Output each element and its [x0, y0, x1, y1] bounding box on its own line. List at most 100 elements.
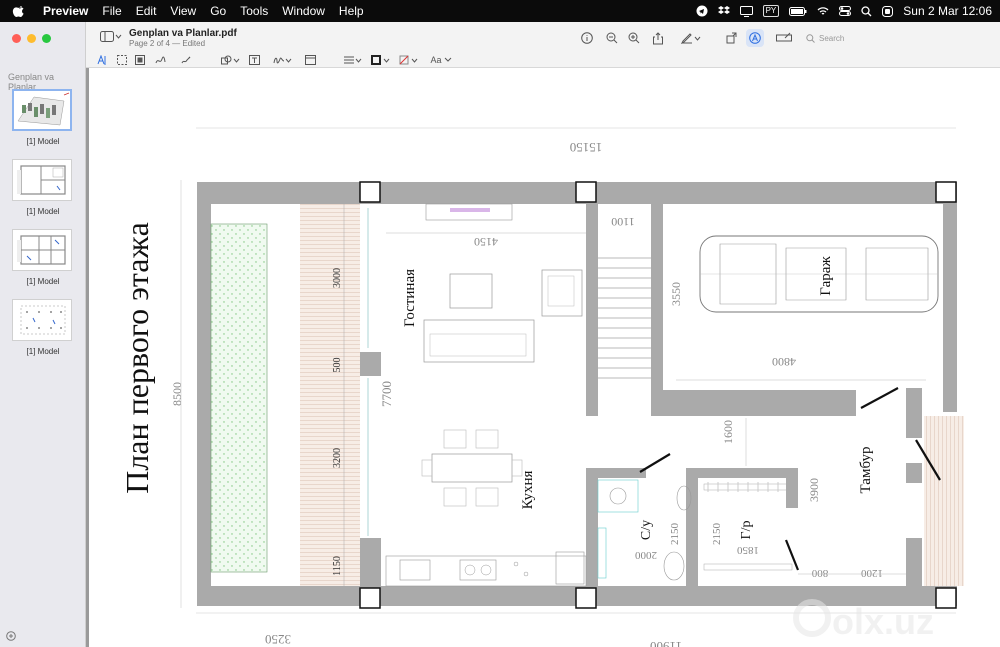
- menu-window[interactable]: Window: [275, 4, 332, 18]
- page-thumbnail-2[interactable]: [12, 159, 72, 201]
- spotlight-icon[interactable]: [861, 5, 872, 17]
- dining-table: [421, 429, 523, 507]
- fill-color-icon[interactable]: [398, 54, 420, 66]
- display-icon[interactable]: [739, 5, 753, 17]
- page-thumbnail-4[interactable]: [12, 299, 72, 341]
- border-color-icon[interactable]: [370, 54, 392, 66]
- line-style-icon[interactable]: [342, 54, 364, 66]
- dim-left: 8500: [170, 382, 184, 406]
- sidebar-toggle-icon[interactable]: [98, 30, 124, 44]
- wifi-icon[interactable]: [817, 6, 829, 16]
- page-thumbnail-3-label: [1] Model: [26, 277, 60, 286]
- dropbox-icon[interactable]: [717, 5, 730, 17]
- keyboard-layout-badge[interactable]: PY: [762, 5, 780, 17]
- dim-7700: 7700: [379, 381, 394, 407]
- zoom-in-icon[interactable]: [626, 30, 642, 46]
- window-controls: [12, 34, 51, 43]
- apple-icon[interactable]: [12, 4, 26, 18]
- plan-title: План первого этажа: [119, 222, 155, 494]
- minimize-window-button[interactable]: [27, 34, 36, 43]
- zoom-out-icon[interactable]: [604, 30, 620, 46]
- menu-app-name[interactable]: Preview: [36, 4, 95, 18]
- close-window-button[interactable]: [12, 34, 21, 43]
- menu-file[interactable]: File: [95, 4, 128, 18]
- thumbnail-3-image: [17, 235, 66, 265]
- search-field[interactable]: Search: [806, 32, 990, 45]
- page-thumbnail-3[interactable]: [12, 229, 72, 271]
- dim-3900: 3900: [807, 478, 821, 502]
- dim-1850: 1850: [737, 544, 760, 556]
- sign-icon[interactable]: [272, 54, 294, 66]
- room-wardrobe: Г/р: [739, 521, 754, 540]
- floor-plan-drawing: План первого этажа 15150 3250 11900 8500: [119, 127, 964, 647]
- kitchen-counter: [385, 551, 587, 587]
- page-thumbnail-1[interactable]: [12, 89, 72, 131]
- menu-view[interactable]: View: [163, 4, 203, 18]
- sidebar-add-icon[interactable]: [6, 631, 16, 643]
- page-thumbnail-1-label: [1] Model: [26, 137, 60, 146]
- menu-go[interactable]: Go: [203, 4, 233, 18]
- dim-1200: 1200: [861, 567, 884, 579]
- dim-1600: 1600: [721, 420, 735, 444]
- text-box-icon[interactable]: [248, 54, 260, 66]
- dim-1150: 1150: [332, 556, 343, 576]
- sidebar: Genplan va Planlar... [1] Model [1] Mode…: [0, 22, 86, 647]
- rotate-icon[interactable]: [724, 30, 740, 46]
- thumbnail-4-image: [20, 305, 66, 335]
- dim-bottom-right: 11900: [650, 639, 682, 647]
- olx-watermark: olx.uz: [793, 599, 934, 642]
- menu-help[interactable]: Help: [332, 4, 371, 18]
- room-vestibule: Тамбур: [858, 447, 874, 494]
- markup-toolbar-toggle-icon[interactable]: [746, 29, 764, 47]
- document-title[interactable]: Genplan va Planlar.pdf: [129, 28, 237, 39]
- dim-4800: 4800: [772, 355, 796, 369]
- control-center-icon[interactable]: [839, 6, 852, 16]
- thumbnail-2-image: [17, 165, 66, 195]
- draw-icon[interactable]: [180, 54, 192, 66]
- toolbar: Genplan va Planlar.pdf Page 2 of 4 — Edi…: [86, 22, 1000, 68]
- page-thumbnail-2-label: [1] Model: [26, 207, 60, 216]
- preview-window: Genplan va Planlar... [1] Model [1] Mode…: [0, 22, 1000, 647]
- search-placeholder: Search: [819, 34, 845, 43]
- dim-2150a: 2150: [669, 523, 681, 546]
- document-subtitle: Page 2 of 4 — Edited: [129, 39, 206, 48]
- zoom-window-button[interactable]: [42, 34, 51, 43]
- dim-4150: 4150: [474, 235, 498, 249]
- siri-icon[interactable]: [882, 5, 894, 17]
- note-icon[interactable]: [304, 54, 316, 66]
- menu-edit[interactable]: Edit: [129, 4, 164, 18]
- dim-800: 800: [811, 567, 828, 579]
- text-selection-icon[interactable]: [96, 54, 108, 66]
- shapes-icon[interactable]: [220, 54, 242, 66]
- menu-bar: Preview File Edit View Go Tools Window H…: [0, 0, 1000, 22]
- room-garage: Гараж: [818, 256, 834, 296]
- battery-icon[interactable]: [789, 6, 807, 16]
- menu-tools[interactable]: Tools: [233, 4, 275, 18]
- redact-icon[interactable]: [134, 54, 146, 66]
- staircase: [598, 257, 651, 379]
- sketch-icon[interactable]: [154, 54, 166, 66]
- watermark-text: olx.uz: [832, 601, 934, 642]
- dim-3000: 3000: [332, 268, 343, 288]
- form-fill-icon[interactable]: [774, 30, 794, 46]
- text-style-label: Aa: [430, 54, 442, 65]
- text-style-button[interactable]: Aa: [430, 53, 452, 66]
- thumbnail-1-image: [14, 91, 70, 129]
- markup-pen-icon[interactable]: [680, 30, 702, 46]
- search-icon: [806, 34, 815, 43]
- room-kitchen: Кухня: [520, 471, 536, 510]
- dim-top: 15150: [570, 140, 603, 155]
- clock[interactable]: Sun 2 Mar 12:06: [903, 4, 992, 18]
- room-bathroom: С/у: [639, 520, 654, 540]
- dim-2000: 2000: [635, 549, 658, 561]
- dim-500: 500: [332, 358, 343, 373]
- dim-3200: 3200: [332, 448, 343, 468]
- rectangular-selection-icon[interactable]: [116, 54, 128, 66]
- dim-1100: 1100: [611, 215, 635, 229]
- share-icon[interactable]: [650, 30, 666, 46]
- dim-2150b: 2150: [711, 523, 723, 546]
- telegram-icon[interactable]: [696, 5, 708, 17]
- info-icon[interactable]: [579, 30, 595, 46]
- document-canvas[interactable]: План первого этажа 15150 3250 11900 8500: [86, 68, 1000, 647]
- dim-3550: 3550: [669, 282, 683, 306]
